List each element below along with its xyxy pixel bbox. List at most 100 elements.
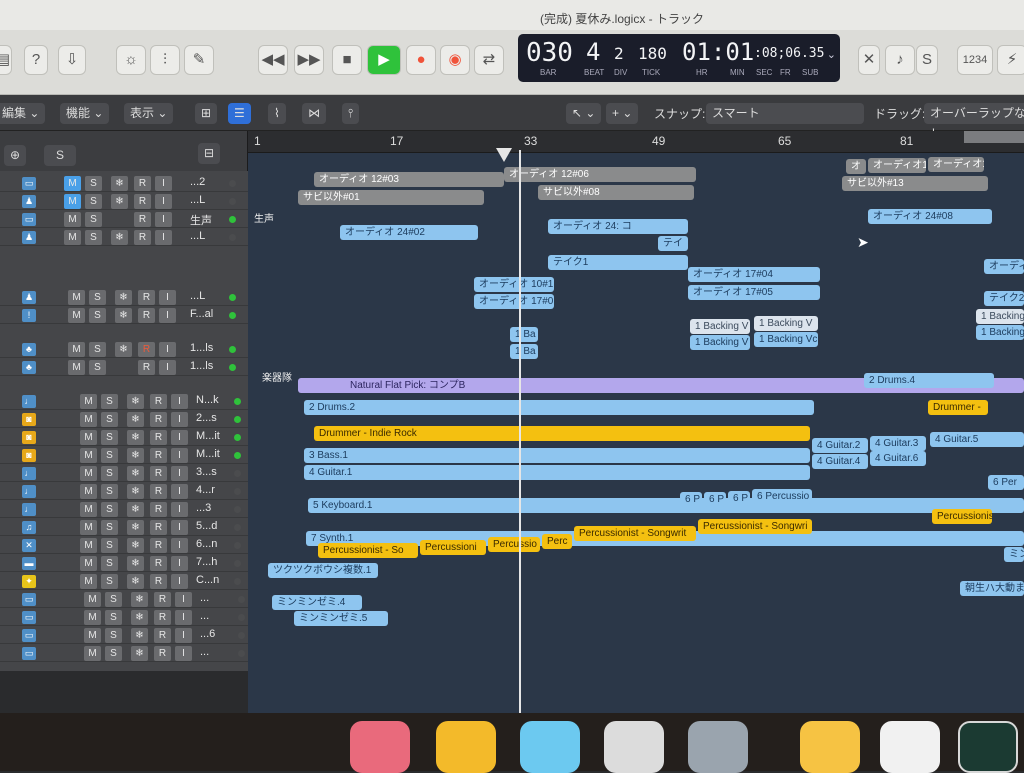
record-enable-button[interactable]: R <box>154 592 171 607</box>
mute-button[interactable]: M <box>84 646 101 661</box>
dock-app-icon[interactable] <box>350 721 410 773</box>
mute-button[interactable]: M <box>80 394 97 409</box>
midi-region[interactable]: 4 Guitar.1 <box>304 465 810 480</box>
record-enable-button[interactable]: R <box>134 212 151 227</box>
audio-region[interactable]: 1 Backing <box>976 309 1024 324</box>
freeze-icon[interactable]: ❄ <box>111 194 128 209</box>
track-header[interactable]: ♩ M S ❄ R I ...3 <box>0 501 248 518</box>
playhead[interactable] <box>519 150 521 725</box>
record-enable-button[interactable]: R <box>150 412 167 427</box>
solo-button[interactable]: S <box>89 290 106 305</box>
audio-region[interactable]: オーディオ 12#06 <box>504 167 696 182</box>
audio-region[interactable]: 1 Ba <box>510 344 538 359</box>
midi-region[interactable]: 6 P <box>728 491 750 506</box>
audio-region[interactable]: ミン <box>1004 547 1024 562</box>
mute-button[interactable]: M <box>80 520 97 535</box>
audio-region[interactable]: オーディオ1 <box>868 158 926 173</box>
audio-region[interactable]: 1 Backing Vc <box>754 332 818 347</box>
track-header[interactable]: ♩ M S ❄ R I 4...r <box>0 483 248 500</box>
track-header[interactable]: ▭ M S R I 生声 <box>0 211 248 228</box>
midi-region[interactable]: 5 Keyboard.1 <box>308 498 1024 513</box>
freeze-icon[interactable]: ❄ <box>127 484 144 499</box>
input-monitor-button[interactable]: I <box>159 308 176 323</box>
mute-button[interactable]: M <box>80 466 97 481</box>
freeze-icon[interactable]: ❄ <box>131 646 148 661</box>
solo-button[interactable]: S <box>85 212 102 227</box>
mute-button[interactable]: M <box>64 176 81 191</box>
solo-button[interactable]: S <box>105 592 122 607</box>
freeze-icon[interactable]: ❄ <box>131 610 148 625</box>
view-menu[interactable]: 表示 ⌄ <box>124 103 174 124</box>
solo-button[interactable]: S <box>85 230 102 245</box>
input-monitor-button[interactable]: I <box>171 430 188 445</box>
mixer-icon[interactable]: ⫶ <box>150 45 180 75</box>
mute-button[interactable]: M <box>68 342 85 357</box>
cpu-meter[interactable]: 1234 <box>957 45 993 75</box>
track-header[interactable]: ♫ M S ❄ R I 5...d <box>0 519 248 536</box>
audio-region[interactable]: サビ以外#01 <box>298 190 484 205</box>
freeze-icon[interactable]: ❄ <box>131 592 148 607</box>
drummer-region[interactable]: Percussionist - So <box>318 543 418 558</box>
track-header[interactable]: ♩ M S ❄ R I N...k <box>0 393 248 410</box>
freeze-icon[interactable]: ❄ <box>127 466 144 481</box>
stop-button[interactable]: ■ <box>332 45 362 75</box>
take-folder-region[interactable]: オーディオ 24: コ <box>548 219 688 234</box>
audio-region[interactable]: オーディオ 17#04 <box>688 267 820 282</box>
input-monitor-button[interactable]: I <box>155 212 172 227</box>
mute-button[interactable]: M <box>84 610 101 625</box>
audio-region[interactable]: 1 Backing V <box>690 319 750 334</box>
freeze-icon[interactable]: ❄ <box>127 430 144 445</box>
record-enable-button[interactable]: R <box>154 610 171 625</box>
chevron-down-icon[interactable]: ⌄ <box>827 48 836 61</box>
freeze-icon[interactable]: ❄ <box>127 556 144 571</box>
input-monitor-button[interactable]: I <box>171 412 188 427</box>
mute-button[interactable]: M <box>84 592 101 607</box>
audio-region[interactable]: オーディオ 24#02 <box>340 225 478 240</box>
solo-button[interactable]: S <box>101 556 118 571</box>
global-s-button[interactable]: S <box>44 145 76 166</box>
drummer-region[interactable]: Percussionist - Songwrit <box>574 526 696 541</box>
mute-button[interactable]: M <box>80 502 97 517</box>
audio-region[interactable]: オーディ <box>984 259 1024 274</box>
midi-region[interactable]: 6 Percussio <box>752 489 812 504</box>
record-enable-button[interactable]: R <box>150 538 167 553</box>
input-monitor-button[interactable]: I <box>159 360 176 375</box>
track-header[interactable]: ◙ M S ❄ R I M...it <box>0 429 248 446</box>
track-header[interactable]: ✕ M S ❄ R I 6...n <box>0 537 248 554</box>
midi-region[interactable]: 4 Guitar.5 <box>930 432 1024 447</box>
track-header[interactable]: ! M S ❄ R I F...al <box>0 307 248 324</box>
smart-controls-icon[interactable]: ☼ <box>116 45 146 75</box>
track-header[interactable]: ♟ M S ❄ R I ...L <box>0 193 248 210</box>
drummer-region[interactable]: Percussio <box>488 537 540 552</box>
list-view-icon[interactable]: ☰ <box>228 103 251 124</box>
fast-forward-button[interactable]: ▶▶ <box>294 45 324 75</box>
solo-button[interactable]: S <box>101 574 118 589</box>
midi-region[interactable]: 3 Bass.1 <box>304 448 810 463</box>
track-header[interactable]: ▭ M S ❄ R I ...2 <box>0 175 248 192</box>
freeze-icon[interactable]: ❄ <box>127 538 144 553</box>
mute-button[interactable]: M <box>64 212 81 227</box>
snap-select[interactable]: スマート <box>706 103 864 124</box>
solo-button[interactable]: S <box>101 520 118 535</box>
mute-button[interactable]: M <box>80 484 97 499</box>
drummer-region[interactable]: Drummer - Indie Rock <box>314 426 810 441</box>
mute-button[interactable]: M <box>80 412 97 427</box>
audio-region[interactable]: サビ以外#08 <box>538 185 694 200</box>
record-enable-button[interactable]: R <box>150 466 167 481</box>
freeze-icon[interactable]: ❄ <box>127 448 144 463</box>
record-enable-button[interactable]: R <box>150 430 167 445</box>
drag-select[interactable]: オーバーラップなし <box>924 103 1024 141</box>
audio-region[interactable]: ツクツクボウシ複数.1 <box>268 563 378 578</box>
track-header[interactable]: ◙ M S ❄ R I 2...s <box>0 411 248 428</box>
drummer-region[interactable]: Percussionis <box>932 509 992 524</box>
track-header[interactable]: ♣ M S R I 1...ls <box>0 359 248 376</box>
solo-button[interactable]: S <box>101 538 118 553</box>
grid-view-icon[interactable]: ⊞ <box>195 103 218 124</box>
input-monitor-button[interactable]: I <box>175 610 192 625</box>
drummer-region[interactable]: Percussionist - Songwri <box>698 519 812 534</box>
input-monitor-button[interactable]: I <box>171 502 188 517</box>
freeze-icon[interactable]: ❄ <box>127 502 144 517</box>
editors-icon[interactable]: ✎ <box>184 45 214 75</box>
inbox-icon[interactable]: ⇩ <box>58 45 86 75</box>
record-enable-button[interactable]: R <box>150 520 167 535</box>
